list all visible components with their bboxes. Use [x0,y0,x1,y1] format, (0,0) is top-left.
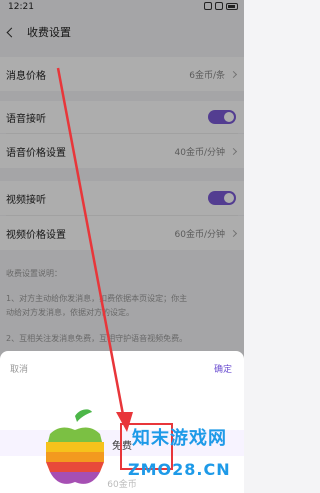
watermark-logo [46,409,104,484]
annotation-arrow [56,67,133,432]
watermark-text-cn: 知末游戏网 [132,428,227,449]
watermark-text-en: ZMO28.CN [128,460,231,479]
